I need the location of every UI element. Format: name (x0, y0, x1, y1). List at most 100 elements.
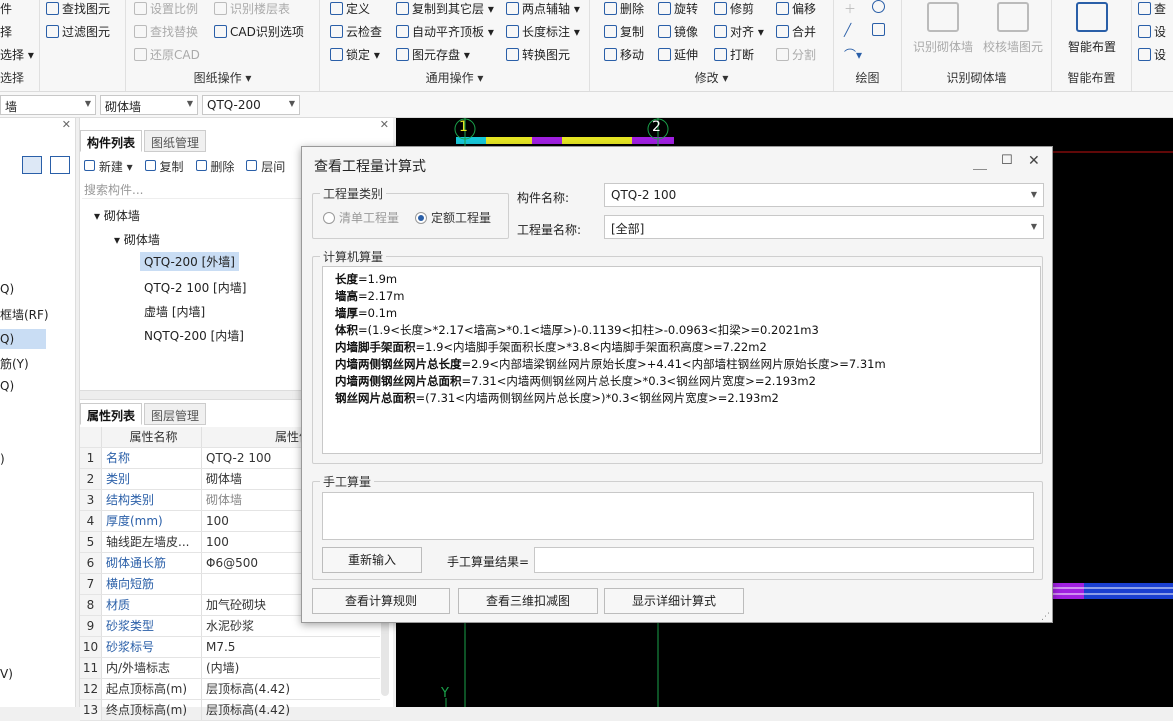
view-rules-button[interactable]: 查看计算规则 (312, 588, 450, 614)
filter-element-button[interactable]: 过滤图元 (46, 23, 110, 40)
table-row[interactable]: 13 终点顶标高(m) 层顶标高(4.42) (80, 700, 380, 721)
point-tool[interactable]: ＋ (844, 0, 856, 17)
length-dimension-button[interactable]: 长度标注 ▾ (506, 23, 580, 40)
detail-view-icon[interactable] (50, 156, 70, 174)
property-value[interactable]: (内墙) (202, 658, 380, 678)
reinput-button[interactable]: 重新输入 (322, 547, 422, 573)
scale-icon (134, 2, 147, 15)
auto-align-button[interactable]: 自动平齐顶板 ▾ (396, 23, 494, 40)
element-subtype-select[interactable]: 砌体墙 ▼ (100, 95, 198, 115)
quantity-name-select[interactable]: [全部] ▼ (604, 215, 1044, 239)
view-3d-deduction-button[interactable]: 查看三维扣减图 (458, 588, 598, 614)
tree-leaf[interactable]: QTQ-200 [外墙] (140, 252, 239, 271)
nav-item[interactable]: Q) (0, 282, 14, 296)
group-title[interactable]: 图纸操作 ▾ (126, 69, 319, 86)
property-value[interactable]: 层顶标高(4.42) (202, 700, 380, 720)
ribbon-item[interactable]: 选择 ▾ (0, 46, 34, 63)
computed-formula-text[interactable]: 长度=1.9m 墙高=2.17m 墙厚=0.1m 体积=(1.9<长度>*2.1… (322, 266, 1041, 454)
close-icon[interactable]: ✕ (1028, 153, 1040, 169)
recognize-wall-button[interactable]: 识别砌体墙 (910, 2, 976, 55)
set-scale-button[interactable]: 设置比例 (134, 0, 198, 17)
nav-item[interactable]: 筋(Y) (0, 355, 29, 372)
define-button[interactable]: 定义 (330, 0, 370, 17)
nav-item[interactable]: Q) (0, 329, 46, 349)
align-button[interactable]: 对齐 ▾ (714, 23, 764, 40)
resize-grip-icon[interactable]: ⋰ (1041, 612, 1050, 622)
maximize-icon[interactable]: ☐ (1001, 153, 1013, 168)
table-row[interactable]: 11 内/外墙标志 (内墙) (80, 658, 380, 679)
nav-item[interactable]: Q) (0, 379, 14, 393)
cad-options-button[interactable]: CAD识别选项 (214, 23, 304, 40)
tree-leaf[interactable]: QTQ-2 100 [内墙] (144, 279, 246, 296)
delete-button[interactable]: 删除 (604, 0, 644, 17)
radio-selected-icon (415, 211, 427, 224)
break-button[interactable]: 打断 (714, 46, 754, 63)
group-title[interactable]: 修改 ▾ (590, 69, 833, 86)
delete-button[interactable]: 删除 (195, 158, 234, 175)
cloud-check-button[interactable]: 云检查 (330, 23, 382, 40)
smart-layout-button[interactable]: 智能布置 (1060, 2, 1124, 55)
restore-cad-button[interactable]: 还原CAD (134, 46, 200, 63)
find-element-button[interactable]: 查找图元 (46, 0, 110, 17)
save-element-button[interactable]: 图元存盘 ▾ (396, 46, 470, 63)
bill-quantity-radio[interactable]: 清单工程量 (323, 209, 399, 226)
ribbon-item[interactable]: 择 (0, 23, 12, 40)
merge-button[interactable]: 合并 (776, 23, 816, 40)
row-number: 12 (80, 679, 102, 699)
copy-to-layer-button[interactable]: 复制到其它层 ▾ (396, 0, 494, 17)
extend-button[interactable]: 延伸 (658, 46, 698, 63)
lock-button[interactable]: 锁定 ▾ (330, 46, 380, 63)
offset-button[interactable]: 偏移 (776, 0, 816, 17)
table-row[interactable]: 12 起点顶标高(m) 层顶标高(4.42) (80, 679, 380, 700)
ribbon-item[interactable]: 件 (0, 0, 12, 17)
component-name-select[interactable]: QTQ-2 100 ▼ (604, 183, 1044, 207)
tab-layer-management[interactable]: 图层管理 (144, 403, 207, 425)
convert-element-button[interactable]: 转换图元 (506, 46, 570, 63)
tab-drawing-management[interactable]: 图纸管理 (144, 130, 207, 152)
list-view-icon[interactable] (22, 156, 42, 174)
line-tool[interactable]: ╱ (844, 23, 851, 37)
two-point-axis-button[interactable]: 两点辅轴 ▾ (506, 0, 580, 17)
tree-leaf[interactable]: 虚墙 [内墙] (144, 303, 205, 320)
check-wall-button[interactable]: 校核墙图元 (978, 2, 1048, 55)
rotate-button[interactable]: 旋转 (658, 0, 698, 17)
manual-formula-input[interactable] (322, 492, 1034, 540)
arc-tool[interactable]: ⌒▾ (844, 46, 862, 63)
rect-tool[interactable] (872, 23, 885, 36)
tab-component-list[interactable]: 构件列表 (80, 130, 143, 152)
find-replace-button[interactable]: 查找替换 (134, 23, 198, 40)
minimize-icon[interactable]: ＿ (973, 153, 987, 173)
nav-item[interactable]: 框墙(RF) (0, 306, 49, 323)
move-button[interactable]: 移动 (604, 46, 644, 63)
quota-quantity-radio[interactable]: 定额工程量 (415, 209, 491, 226)
find-icon (46, 2, 59, 15)
group-title[interactable]: 通用操作 ▾ (320, 69, 589, 86)
new-button[interactable]: 新建 ▾ (84, 158, 133, 175)
tree-node[interactable]: ▾ 砌体墙 (114, 231, 160, 248)
copy-button[interactable]: 复制 (144, 158, 184, 175)
property-value[interactable]: 层顶标高(4.42) (202, 679, 380, 699)
mirror-button[interactable]: 镜像 (658, 23, 698, 40)
element-type-select[interactable]: 墙 ▼ (0, 95, 96, 115)
property-value[interactable]: M7.5 (202, 637, 380, 657)
ribbon-item[interactable]: 设 (1138, 23, 1166, 40)
circle-tool[interactable] (872, 0, 885, 13)
ribbon-item[interactable]: 查 (1138, 0, 1166, 17)
manual-result-field[interactable] (534, 547, 1034, 573)
recognize-floor-table-button[interactable]: 识别楼层表 (214, 0, 290, 17)
nav-item[interactable]: ) (0, 452, 5, 466)
table-row[interactable]: 10 砂浆标号 M7.5 (80, 637, 380, 658)
tab-property-list[interactable]: 属性列表 (80, 403, 143, 425)
nav-item[interactable]: V) (0, 667, 13, 681)
split-button[interactable]: 分割 (776, 46, 816, 63)
layer-copy-button[interactable]: 层间 (246, 158, 285, 175)
trim-button[interactable]: 修剪 (714, 0, 754, 17)
close-icon[interactable]: ✕ (380, 118, 389, 131)
component-select[interactable]: QTQ-200 ▼ (202, 95, 300, 115)
show-detailed-formula-button[interactable]: 显示详细计算式 (604, 588, 744, 614)
copy-button[interactable]: 复制 (604, 23, 644, 40)
tree-leaf[interactable]: NQTQ-200 [内墙] (144, 327, 244, 344)
tree-node[interactable]: ▾ 砌体墙 (94, 207, 140, 224)
ribbon-item[interactable]: 设 (1138, 46, 1166, 63)
close-icon[interactable]: ✕ (62, 118, 71, 131)
